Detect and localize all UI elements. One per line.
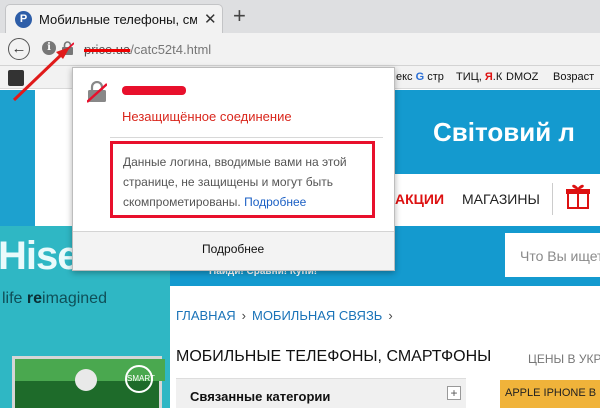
close-tab-icon[interactable]: ✕ (204, 10, 217, 28)
header-title: Світовий л (433, 117, 575, 147)
promo-photo: SMART (12, 356, 165, 408)
breadcrumb: ГЛАВНАЯ › МОБИЛЬНАЯ СВЯЗЬ › (176, 308, 399, 323)
breadcrumb-home[interactable]: ГЛАВНАЯ (176, 308, 236, 323)
product-card-title: APPLE IPHONE В (505, 387, 597, 399)
expand-plus-icon[interactable]: + (447, 386, 461, 400)
insecure-lock-icon (87, 81, 107, 103)
insecure-lock-icon[interactable] (61, 41, 74, 56)
gift-icon[interactable] (566, 183, 590, 209)
football-icon (75, 369, 97, 391)
address-bar[interactable]: price.ua/catc52t4.html (84, 42, 211, 57)
nav-shops-link[interactable]: МАГАЗИНЫ (462, 191, 540, 207)
bookmark-tic[interactable]: ТИЦ, Я.К (456, 71, 502, 83)
popup-host-redacted (122, 86, 186, 95)
warning-more-link[interactable]: Подробнее (244, 195, 306, 209)
smart-badge: SMART (125, 365, 155, 393)
bookmark-seo[interactable]: екс G стр (396, 71, 444, 83)
url-host: price.ua (84, 42, 131, 57)
back-button[interactable]: ← (8, 38, 30, 60)
bookmark-age[interactable]: Возраст (553, 71, 594, 83)
breadcrumb-separator: › (241, 308, 246, 323)
favicon-icon: P (15, 11, 32, 28)
tab-strip: P Мобильные телефоны, см ✕ + (0, 0, 600, 33)
url-path: /catc52t4.html (130, 42, 212, 57)
page-subtitle: ЦЕНЫ В УКРА (528, 352, 600, 366)
browser-toolbar: ← i price.ua/catc52t4.html (0, 33, 600, 66)
bookmark-dmoz[interactable]: DMOZ (506, 71, 538, 83)
info-icon[interactable]: i (42, 41, 56, 55)
browser-tab[interactable]: P Мобильные телефоны, см ✕ (5, 4, 223, 33)
slider-prev-icon[interactable]: ‹ (48, 110, 55, 136)
related-categories-title: Связанные категории (190, 389, 331, 404)
page-title: МОБИЛЬНЫЕ ТЕЛЕФОНЫ, СМАРТФОНЫ (176, 348, 492, 365)
search-placeholder: Что Вы ищете (520, 248, 600, 264)
popup-divider (110, 137, 383, 138)
breadcrumb-mobile[interactable]: МОБИЛЬНАЯ СВЯЗЬ (252, 308, 382, 323)
new-tab-button[interactable]: + (233, 3, 246, 29)
warning-text: Данные логина, вводимые вами на этой стр… (123, 155, 347, 209)
tab-title: Мобильные телефоны, см (39, 12, 197, 27)
nav-sales-link[interactable]: АКЦИИ (395, 191, 444, 207)
details-button[interactable]: Подробнее (202, 242, 264, 256)
nav-divider (552, 183, 553, 215)
promo-tagline: life reimagined (2, 290, 107, 307)
bookmark-tool-icon[interactable] (8, 70, 24, 86)
connection-status: Незащищённое соединение (122, 109, 292, 124)
breadcrumb-separator: › (388, 308, 393, 323)
